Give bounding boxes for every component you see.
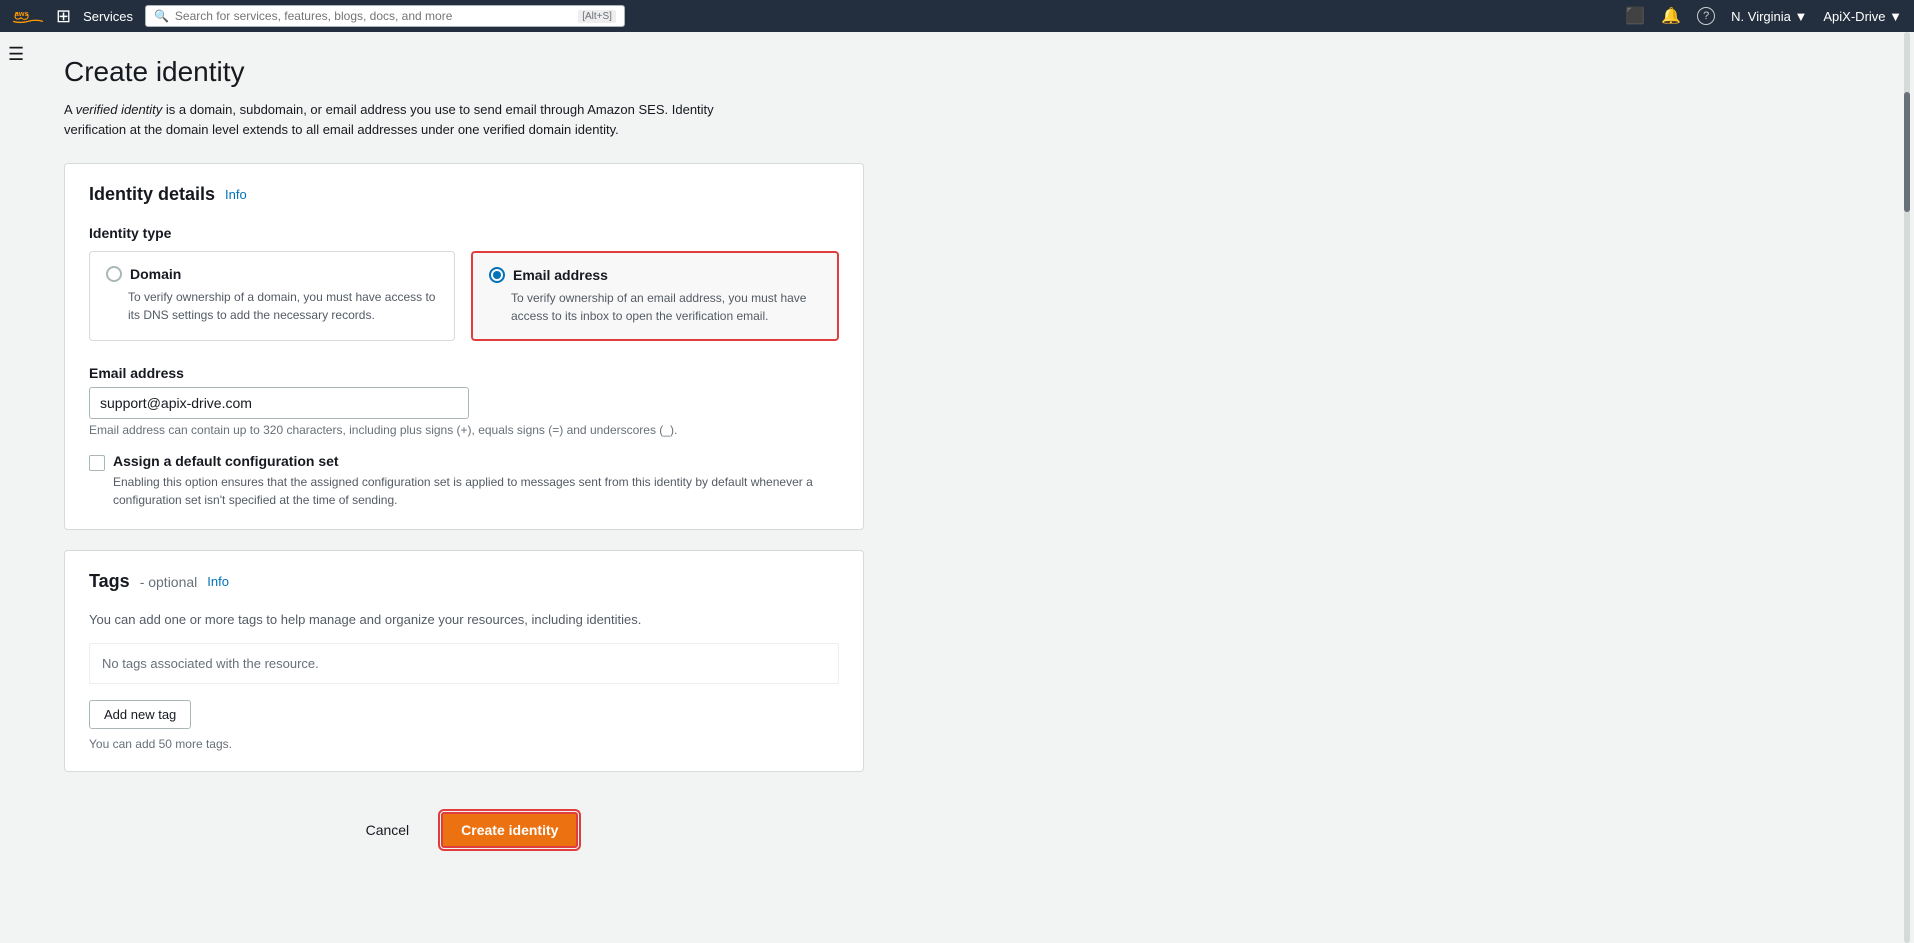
identity-type-label: Identity type: [89, 225, 839, 241]
domain-radio-label: Domain: [130, 266, 181, 282]
svg-text:aws: aws: [15, 9, 29, 18]
search-shortcut: [Alt+S]: [578, 10, 616, 23]
grid-icon[interactable]: ⊞: [56, 6, 71, 27]
domain-radio-card[interactable]: Domain To verify ownership of a domain, …: [89, 251, 455, 341]
region-selector[interactable]: N. Virginia ▼: [1731, 9, 1807, 24]
identity-details-card: Identity details Info Identity type Doma…: [64, 163, 864, 530]
main-content: Create identity A verified identity is a…: [32, 32, 1914, 943]
hamburger-icon: ☰: [8, 44, 24, 64]
identity-details-info-link[interactable]: Info: [225, 187, 247, 202]
search-bar[interactable]: 🔍 [Alt+S]: [145, 5, 625, 27]
email-radio-card[interactable]: Email address To verify ownership of an …: [471, 251, 839, 341]
domain-radio-button[interactable]: [106, 266, 122, 282]
aws-logo[interactable]: aws: [12, 6, 44, 26]
search-input[interactable]: [175, 9, 572, 23]
identity-details-title: Identity details Info: [89, 184, 839, 205]
identity-type-options: Domain To verify ownership of a domain, …: [89, 251, 839, 341]
create-identity-button[interactable]: Create identity: [441, 812, 578, 848]
add-tag-button[interactable]: Add new tag: [89, 700, 191, 729]
domain-radio-desc: To verify ownership of a domain, you mus…: [128, 288, 438, 324]
services-link[interactable]: Services: [83, 9, 133, 24]
help-icon[interactable]: ?: [1697, 7, 1715, 25]
email-address-group: Email address Email address can contain …: [89, 365, 839, 437]
footer-actions: Cancel Create identity: [64, 792, 864, 868]
email-address-input[interactable]: [89, 387, 469, 419]
tags-optional-label: - optional: [140, 574, 198, 590]
search-icon: 🔍: [154, 9, 169, 23]
email-radio-label: Email address: [513, 267, 608, 283]
config-set-label: Assign a default configuration set: [113, 453, 839, 469]
account-menu[interactable]: ApiX-Drive ▼: [1823, 9, 1902, 24]
top-nav: aws ⊞ Services 🔍 [Alt+S] ⬛ 🔔 ? N. Virgin…: [0, 0, 1914, 32]
scrollbar[interactable]: [1900, 32, 1914, 943]
tags-empty-message: No tags associated with the resource.: [89, 643, 839, 684]
config-set-checkbox[interactable]: [89, 455, 105, 471]
cancel-button[interactable]: Cancel: [350, 814, 426, 846]
config-set-text: Assign a default configuration set Enabl…: [113, 453, 839, 509]
scroll-track: [1904, 32, 1910, 943]
tags-card: Tags - optional Info You can add one or …: [64, 550, 864, 772]
nav-right: ⬛ 🔔 ? N. Virginia ▼ ApiX-Drive ▼: [1625, 6, 1902, 26]
scroll-thumb[interactable]: [1904, 92, 1910, 212]
email-address-hint: Email address can contain up to 320 char…: [89, 423, 839, 437]
page-description: A verified identity is a domain, subdoma…: [64, 100, 764, 139]
verified-identity-em: verified identity: [76, 102, 163, 117]
email-radio-header: Email address: [489, 267, 821, 283]
config-set-desc: Enabling this option ensures that the as…: [113, 473, 839, 509]
terminal-icon[interactable]: ⬛: [1625, 6, 1645, 26]
email-radio-desc: To verify ownership of an email address,…: [511, 289, 821, 325]
page-title: Create identity: [64, 56, 1882, 88]
email-address-label: Email address: [89, 365, 839, 381]
tags-hint: You can add 50 more tags.: [89, 737, 839, 751]
sidebar-toggle[interactable]: ☰: [0, 32, 32, 77]
config-set-group: Assign a default configuration set Enabl…: [89, 453, 839, 509]
tags-card-title: Tags - optional Info: [89, 571, 839, 592]
bell-icon[interactable]: 🔔: [1661, 6, 1681, 26]
tags-info-link[interactable]: Info: [207, 574, 229, 589]
domain-radio-header: Domain: [106, 266, 438, 282]
email-radio-button[interactable]: [489, 267, 505, 283]
tags-description: You can add one or more tags to help man…: [89, 612, 839, 627]
